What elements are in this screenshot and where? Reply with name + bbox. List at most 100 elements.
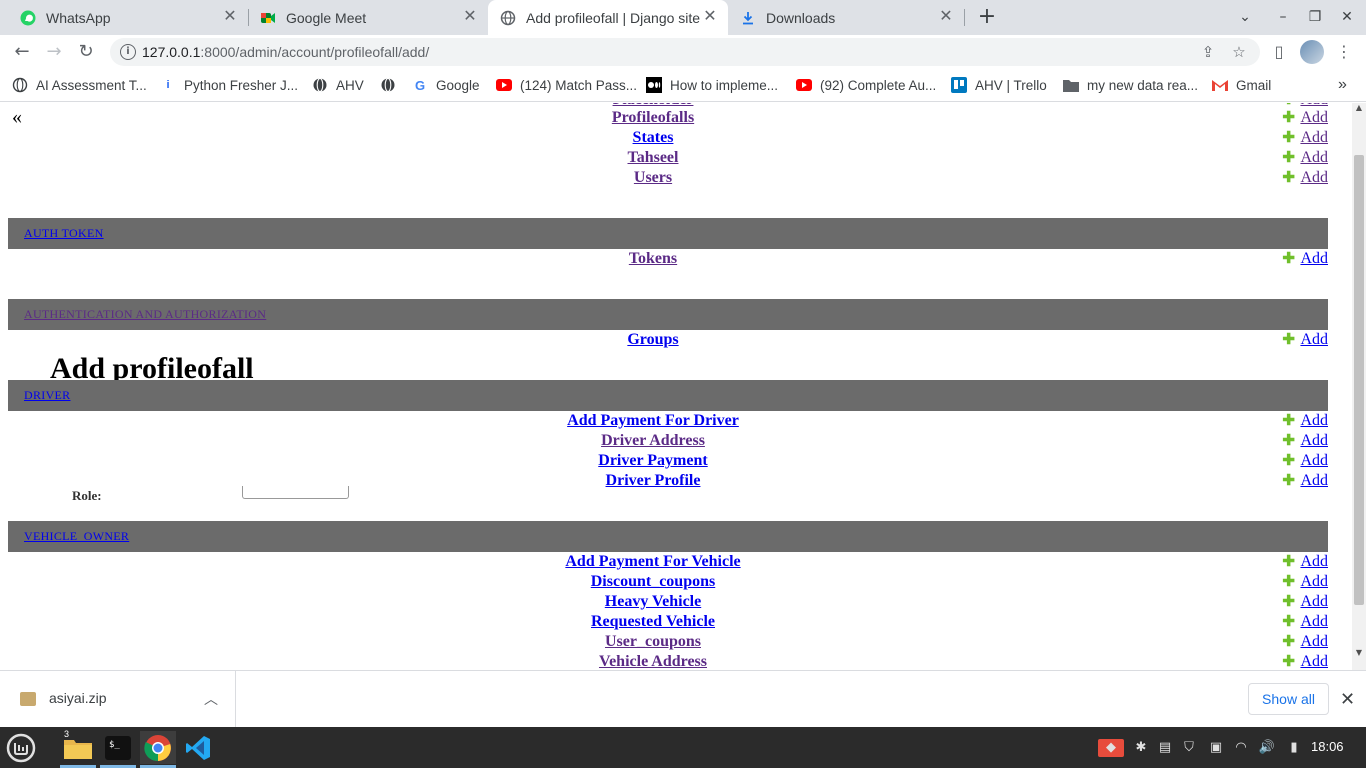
bookmark-item[interactable]: Gmail — [1212, 75, 1271, 95]
url-text[interactable]: 127.0.0.1:8000/admin/account/profileofal… — [142, 44, 429, 60]
model-link[interactable]: Groups — [8, 330, 1298, 350]
add-link[interactable]: Add — [1300, 572, 1328, 592]
add-link[interactable]: Add — [1300, 451, 1328, 471]
add-link[interactable]: Add — [1300, 128, 1328, 148]
tab-search-icon[interactable]: ⌄ — [1233, 6, 1257, 28]
model-row: States ✚ Add — [8, 128, 1328, 148]
reload-icon[interactable]: ↻ — [74, 40, 98, 64]
bookmark-item[interactable]: AI Assessment T... — [12, 75, 147, 95]
model-link[interactable]: Requested Vehicle — [8, 612, 1298, 632]
menu-icon[interactable]: ⋮ — [1334, 42, 1354, 62]
bookmark-item[interactable]: (92) Complete Au... — [796, 75, 936, 95]
add-link[interactable]: Add — [1300, 411, 1328, 431]
scrollbar-thumb[interactable] — [1354, 155, 1364, 605]
tab-label: Add profileofall | Django site — [526, 9, 701, 26]
model-link[interactable]: Heavy Vehicle — [8, 592, 1298, 612]
files-icon[interactable]: 3 — [60, 729, 96, 768]
section-link[interactable]: DRIVER — [24, 388, 70, 402]
volume-icon[interactable]: 🔊 — [1258, 739, 1276, 757]
model-link[interactable]: Vehicle Address — [8, 652, 1298, 670]
model-link[interactable]: Add Payment For Vehicle — [8, 552, 1298, 572]
side-panel-icon[interactable]: ▯ — [1269, 42, 1289, 62]
wifi-icon[interactable]: ◠ — [1232, 739, 1250, 757]
back-icon[interactable]: ← — [10, 40, 34, 64]
site-info-icon[interactable]: i — [120, 44, 136, 60]
close-icon[interactable]: ✕ — [222, 9, 238, 25]
minimize-icon[interactable]: – — [1271, 6, 1295, 28]
tab-google-meet[interactable]: Google Meet ✕ — [248, 0, 488, 35]
model-link[interactable]: Discount_coupons — [8, 572, 1298, 592]
section-link[interactable]: AUTHENTICATION AND AUTHORIZATION — [24, 307, 266, 321]
clock[interactable]: 18:06 — [1311, 739, 1344, 754]
download-item[interactable]: asiyai.zip ︿ — [0, 671, 236, 728]
bookmark-item[interactable]: (124) Match Pass... — [496, 75, 637, 95]
vscode-icon[interactable] — [180, 731, 216, 764]
clipboard-icon[interactable]: ▤ — [1156, 739, 1174, 757]
model-link[interactable]: States — [8, 128, 1298, 148]
close-icon[interactable]: ✕ — [1340, 689, 1355, 710]
add-link[interactable]: Add — [1300, 552, 1328, 572]
add-link[interactable]: Add — [1300, 108, 1328, 128]
window-count-badge: 3 — [64, 729, 70, 739]
bookmark-item[interactable]: my new data rea... — [1063, 75, 1198, 95]
chevron-up-icon[interactable]: ︿ — [204, 689, 218, 709]
scroll-up-icon[interactable]: ▲ — [1355, 103, 1363, 112]
add-link[interactable]: Add — [1300, 632, 1328, 652]
model-link[interactable]: Driver Profile — [8, 471, 1298, 491]
bookmark-label: my new data rea... — [1087, 77, 1199, 93]
bookmark-item[interactable] — [380, 75, 404, 95]
bookmark-item[interactable]: AHV | Trello — [951, 75, 1047, 95]
add-link[interactable]: Add — [1300, 431, 1328, 451]
battery-icon[interactable]: ▮ — [1285, 739, 1303, 757]
anydesk-icon[interactable]: ◆ — [1098, 739, 1124, 757]
close-icon[interactable]: ✕ — [702, 9, 718, 25]
tab-downloads[interactable]: Downloads ✕ — [728, 0, 964, 35]
mint-menu-icon[interactable] — [3, 731, 39, 764]
model-link[interactable]: Users — [8, 168, 1298, 188]
model-link[interactable]: Profileofalls — [8, 108, 1298, 128]
section-link[interactable]: AUTH TOKEN — [24, 226, 104, 240]
model-link[interactable]: Tokens — [8, 249, 1298, 269]
maximize-icon[interactable]: ❐ — [1303, 6, 1327, 28]
add-link[interactable]: Add — [1300, 249, 1328, 269]
bluetooth-icon[interactable]: ✱ — [1132, 739, 1150, 757]
new-tab-button[interactable]: + — [976, 5, 998, 29]
bookmark-item[interactable]: How to impleme... — [646, 75, 778, 95]
add-link[interactable]: Add — [1300, 168, 1328, 188]
add-link[interactable]: Add — [1300, 612, 1328, 632]
bookmark-item[interactable]: G Google — [412, 75, 480, 95]
section-link[interactable]: VEHICLE_OWNER — [24, 529, 129, 543]
add-link[interactable]: Add — [1300, 471, 1328, 491]
model-link[interactable]: Tahseel — [8, 148, 1298, 168]
close-icon[interactable]: ✕ — [938, 9, 954, 25]
scroll-down-icon[interactable]: ▼ — [1355, 648, 1363, 657]
update-manager-icon[interactable]: ▣ — [1207, 739, 1225, 757]
close-icon[interactable]: ✕ — [462, 9, 478, 25]
add-link[interactable]: Add — [1300, 148, 1328, 168]
add-link[interactable]: Add — [1300, 330, 1328, 350]
page-scrollbar[interactable]: ▲ ▼ — [1352, 103, 1366, 670]
window-close-icon[interactable]: ✕ — [1335, 6, 1359, 28]
chrome-icon[interactable] — [140, 731, 176, 768]
add-link[interactable]: Add — [1300, 652, 1328, 670]
bookmark-label: AI Assessment T... — [36, 77, 147, 93]
forward-icon[interactable]: → — [42, 40, 66, 64]
profile-avatar[interactable] — [1300, 40, 1324, 64]
address-bar[interactable]: i 127.0.0.1:8000/admin/account/profileof… — [110, 38, 1260, 66]
shield-icon[interactable]: ⛉ — [1180, 739, 1198, 757]
model-link[interactable]: Driver Payment — [8, 451, 1298, 471]
show-all-button[interactable]: Show all — [1248, 683, 1329, 715]
bookmark-item[interactable]: i Python Fresher J... — [160, 75, 298, 95]
tab-whatsapp[interactable]: WhatsApp ✕ — [8, 0, 248, 35]
terminal-icon[interactable]: $_ — [100, 731, 136, 768]
add-link[interactable]: Add — [1300, 592, 1328, 612]
tab-django-admin[interactable]: Add profileofall | Django site ✕ — [488, 0, 728, 35]
model-link[interactable]: Add Payment For Driver — [8, 411, 1298, 431]
model-link[interactable]: User_coupons — [8, 632, 1298, 652]
bookmarks-overflow-icon[interactable]: » — [1338, 75, 1347, 95]
model-link[interactable]: Driver Address — [8, 431, 1298, 451]
tab-strip: WhatsApp ✕ Google Meet ✕ Add profileofal… — [0, 0, 1366, 35]
bookmark-star-icon[interactable]: ☆ — [1230, 43, 1248, 61]
bookmark-item[interactable]: AHV — [312, 75, 364, 95]
share-icon[interactable]: ⇪ — [1199, 43, 1217, 61]
